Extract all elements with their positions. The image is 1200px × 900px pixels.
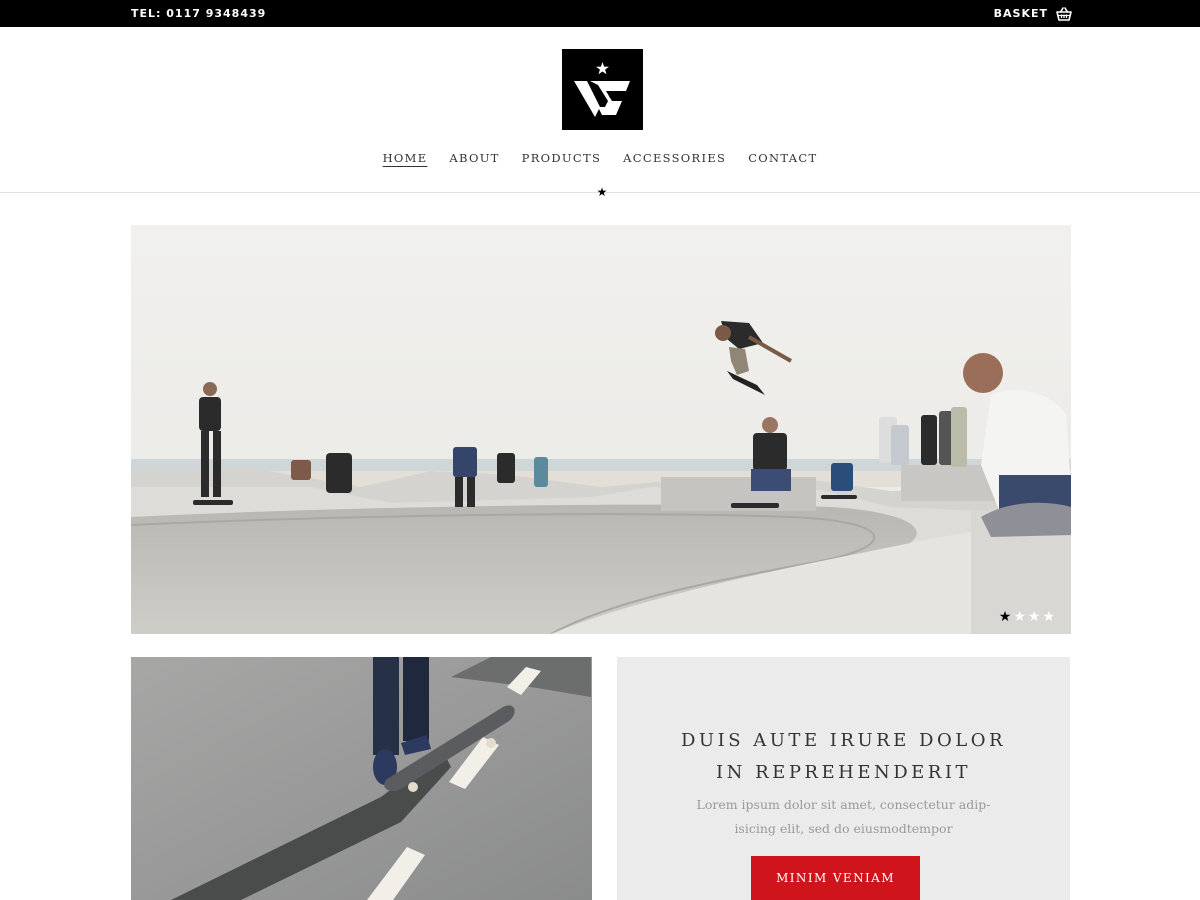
- brand-logo-icon: [574, 62, 630, 117]
- skateboard-photo: [131, 657, 592, 900]
- nav-item-home[interactable]: HOME: [372, 151, 439, 169]
- slide-dot-1[interactable]: ★: [999, 610, 1012, 624]
- skatepark-photo: [131, 225, 1071, 634]
- promo-title-line1: DUIS AUTE IRURE DOLOR: [681, 730, 1006, 751]
- promo-text: Lorem ipsum dolor sit amet, consectetur …: [677, 793, 1010, 841]
- feature-image[interactable]: [131, 657, 592, 900]
- hero-slider[interactable]: ★ ★ ★ ★: [131, 225, 1071, 634]
- promo-title-line2: IN REPREHENDERIT: [716, 762, 971, 783]
- basket-label: BASKET: [993, 7, 1048, 20]
- main-nav: HOME ABOUT PRODUCTS ACCESSORIES CONTACT: [0, 151, 1200, 169]
- star-icon: ★: [596, 185, 608, 199]
- nav-item-products[interactable]: PRODUCTS: [511, 151, 612, 169]
- site-header: HOME ABOUT PRODUCTS ACCESSORIES CONTACT: [0, 27, 1200, 193]
- slide-dot-2[interactable]: ★: [1013, 610, 1026, 624]
- promo-text-line1: Lorem ipsum dolor sit amet, consectetur …: [696, 797, 991, 812]
- promo-title: DUIS AUTE IRURE DOLOR IN REPREHENDERIT: [617, 725, 1070, 789]
- promo-card: DUIS AUTE IRURE DOLOR IN REPREHENDERIT L…: [617, 657, 1070, 900]
- nav-item-contact[interactable]: CONTACT: [737, 151, 828, 169]
- minim-veniam-button[interactable]: MINIM VENIAM: [751, 856, 920, 900]
- phone-number[interactable]: TEL: 0117 9348439: [131, 0, 266, 27]
- brand-logo[interactable]: [562, 49, 643, 130]
- nav-item-accessories[interactable]: ACCESSORIES: [612, 151, 737, 169]
- slider-pagination: ★ ★ ★ ★: [999, 610, 1055, 624]
- slide-dot-3[interactable]: ★: [1028, 610, 1041, 624]
- top-bar: TEL: 0117 9348439 BASKET: [0, 0, 1200, 27]
- basket-button[interactable]: BASKET: [994, 0, 1072, 27]
- promo-text-line2: isicing elit, sed do eiusmodtempor: [734, 821, 953, 836]
- basket-icon: [1056, 6, 1072, 21]
- slide-dot-4[interactable]: ★: [1042, 610, 1055, 624]
- nav-item-about[interactable]: ABOUT: [438, 151, 510, 169]
